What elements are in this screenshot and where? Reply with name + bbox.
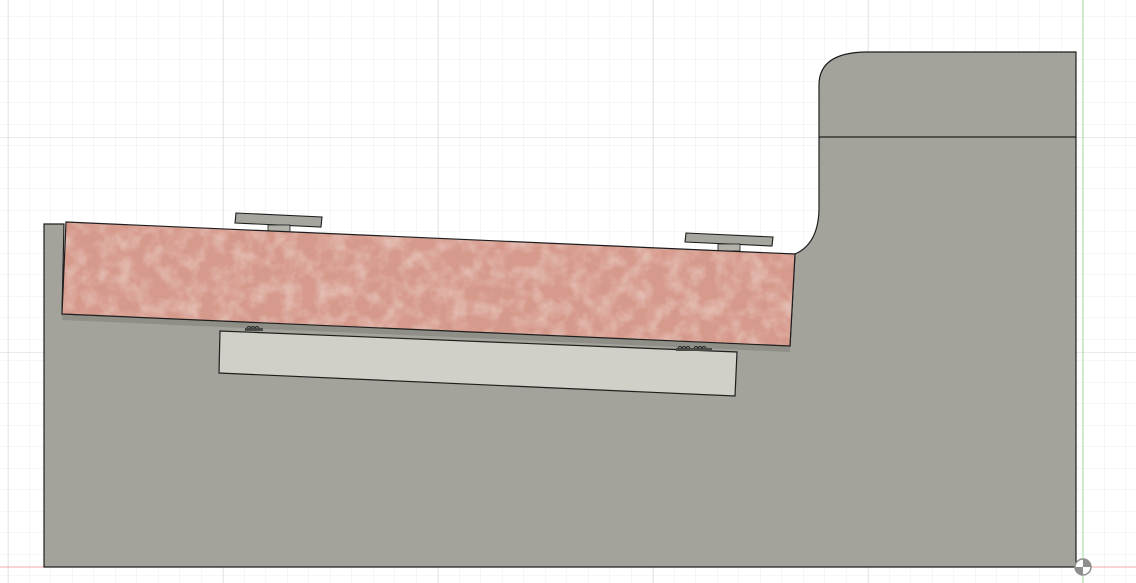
cad-viewport[interactable] (0, 0, 1136, 583)
origin-circle-icon[interactable] (1074, 558, 1092, 576)
